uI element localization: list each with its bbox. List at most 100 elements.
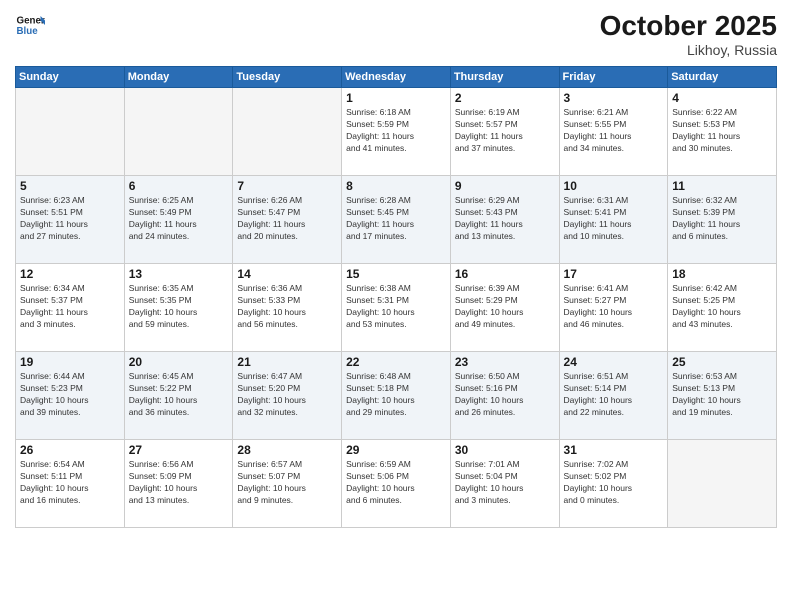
day-number: 7 (237, 179, 337, 193)
day-number: 23 (455, 355, 555, 369)
calendar-day-cell: 18 Sunrise: 6:42 AM Sunset: 5:25 PM Dayli… (668, 264, 777, 352)
day-info: Sunrise: 6:31 AM Sunset: 5:41 PM Dayligh… (564, 195, 664, 243)
calendar-day-cell: 26Sunrise: 6:54 AM Sunset: 5:11 PM Dayli… (16, 440, 125, 528)
weekday-header: Sunday (16, 67, 125, 88)
day-info: Sunrise: 6:34 AM Sunset: 5:37 PM Dayligh… (20, 283, 120, 331)
calendar-day-cell: 22 Sunrise: 6:48 AM Sunset: 5:18 PM Dayli… (342, 352, 451, 440)
calendar-day-cell: 31Sunrise: 7:02 AM Sunset: 5:02 PM Dayli… (559, 440, 668, 528)
page: General Blue October 2025 Likhoy, Russia… (0, 0, 792, 612)
logo-icon: General Blue (15, 10, 45, 40)
svg-text:Blue: Blue (17, 26, 39, 37)
weekday-header: Friday (559, 67, 668, 88)
day-info: Sunrise: 6:39 AM Sunset: 5:29 PM Dayligh… (455, 283, 555, 331)
weekday-header: Tuesday (233, 67, 342, 88)
day-number: 1 (346, 91, 446, 105)
calendar-week-row: 26Sunrise: 6:54 AM Sunset: 5:11 PM Dayli… (16, 440, 777, 528)
day-number: 8 (346, 179, 446, 193)
calendar-day-cell: 24Sunrise: 6:51 AM Sunset: 5:14 PM Dayli… (559, 352, 668, 440)
weekday-header: Wednesday (342, 67, 451, 88)
day-info: Sunrise: 6:26 AM Sunset: 5:47 PM Dayligh… (237, 195, 337, 243)
calendar-day-cell: 27 Sunrise: 6:56 AM Sunset: 5:09 PM Dayli… (124, 440, 233, 528)
calendar-day-cell: 29 Sunrise: 6:59 AM Sunset: 5:06 PM Dayli… (342, 440, 451, 528)
calendar-day-cell: 30 Sunrise: 7:01 AM Sunset: 5:04 PM Dayli… (450, 440, 559, 528)
day-number: 3 (564, 91, 664, 105)
calendar-day-cell (233, 88, 342, 176)
day-number: 20 (129, 355, 229, 369)
day-info: Sunrise: 6:56 AM Sunset: 5:09 PM Dayligh… (129, 459, 229, 507)
day-info: Sunrise: 6:18 AM Sunset: 5:59 PM Dayligh… (346, 107, 446, 155)
day-info: Sunrise: 7:01 AM Sunset: 5:04 PM Dayligh… (455, 459, 555, 507)
calendar-day-cell: 6 Sunrise: 6:25 AM Sunset: 5:49 PM Daylig… (124, 176, 233, 264)
day-number: 5 (20, 179, 120, 193)
calendar-day-cell (668, 440, 777, 528)
calendar-day-cell: 21 Sunrise: 6:47 AM Sunset: 5:20 PM Dayli… (233, 352, 342, 440)
day-number: 13 (129, 267, 229, 281)
day-number: 30 (455, 443, 555, 457)
day-number: 26 (20, 443, 120, 457)
calendar-day-cell: 17Sunrise: 6:41 AM Sunset: 5:27 PM Dayli… (559, 264, 668, 352)
day-number: 25 (672, 355, 772, 369)
calendar-day-cell: 7 Sunrise: 6:26 AM Sunset: 5:47 PM Daylig… (233, 176, 342, 264)
day-number: 24 (564, 355, 664, 369)
calendar-day-cell: 20 Sunrise: 6:45 AM Sunset: 5:22 PM Dayli… (124, 352, 233, 440)
day-number: 28 (237, 443, 337, 457)
calendar-day-cell: 10 Sunrise: 6:31 AM Sunset: 5:41 PM Dayli… (559, 176, 668, 264)
day-number: 21 (237, 355, 337, 369)
day-info: Sunrise: 6:59 AM Sunset: 5:06 PM Dayligh… (346, 459, 446, 507)
calendar-week-row: 12Sunrise: 6:34 AM Sunset: 5:37 PM Dayli… (16, 264, 777, 352)
calendar-day-cell: 28 Sunrise: 6:57 AM Sunset: 5:07 PM Dayli… (233, 440, 342, 528)
calendar-day-cell: 11 Sunrise: 6:32 AM Sunset: 5:39 PM Dayli… (668, 176, 777, 264)
day-info: Sunrise: 7:02 AM Sunset: 5:02 PM Dayligh… (564, 459, 664, 507)
day-number: 9 (455, 179, 555, 193)
weekday-header: Monday (124, 67, 233, 88)
calendar-day-cell: 19Sunrise: 6:44 AM Sunset: 5:23 PM Dayli… (16, 352, 125, 440)
title-section: October 2025 Likhoy, Russia (600, 10, 777, 58)
calendar-day-cell: 9 Sunrise: 6:29 AM Sunset: 5:43 PM Daylig… (450, 176, 559, 264)
calendar-day-cell: 13Sunrise: 6:35 AM Sunset: 5:35 PM Dayli… (124, 264, 233, 352)
day-info: Sunrise: 6:48 AM Sunset: 5:18 PM Dayligh… (346, 371, 446, 419)
location: Likhoy, Russia (600, 42, 777, 58)
logo: General Blue (15, 10, 45, 40)
calendar-week-row: 19Sunrise: 6:44 AM Sunset: 5:23 PM Dayli… (16, 352, 777, 440)
calendar-week-row: 1 Sunrise: 6:18 AM Sunset: 5:59 PM Daylig… (16, 88, 777, 176)
calendar-day-cell: 2Sunrise: 6:19 AM Sunset: 5:57 PM Daylig… (450, 88, 559, 176)
calendar: SundayMondayTuesdayWednesdayThursdayFrid… (15, 66, 777, 528)
day-info: Sunrise: 6:21 AM Sunset: 5:55 PM Dayligh… (564, 107, 664, 155)
day-number: 18 (672, 267, 772, 281)
day-number: 6 (129, 179, 229, 193)
day-info: Sunrise: 6:41 AM Sunset: 5:27 PM Dayligh… (564, 283, 664, 331)
calendar-day-cell: 15Sunrise: 6:38 AM Sunset: 5:31 PM Dayli… (342, 264, 451, 352)
header: General Blue October 2025 Likhoy, Russia (15, 10, 777, 58)
calendar-day-cell (124, 88, 233, 176)
day-info: Sunrise: 6:47 AM Sunset: 5:20 PM Dayligh… (237, 371, 337, 419)
day-number: 15 (346, 267, 446, 281)
day-info: Sunrise: 6:25 AM Sunset: 5:49 PM Dayligh… (129, 195, 229, 243)
day-number: 10 (564, 179, 664, 193)
day-info: Sunrise: 6:45 AM Sunset: 5:22 PM Dayligh… (129, 371, 229, 419)
calendar-day-cell: 3 Sunrise: 6:21 AM Sunset: 5:55 PM Daylig… (559, 88, 668, 176)
day-number: 16 (455, 267, 555, 281)
day-info: Sunrise: 6:57 AM Sunset: 5:07 PM Dayligh… (237, 459, 337, 507)
calendar-week-row: 5 Sunrise: 6:23 AM Sunset: 5:51 PM Daylig… (16, 176, 777, 264)
day-number: 29 (346, 443, 446, 457)
day-info: Sunrise: 6:29 AM Sunset: 5:43 PM Dayligh… (455, 195, 555, 243)
day-number: 14 (237, 267, 337, 281)
day-info: Sunrise: 6:22 AM Sunset: 5:53 PM Dayligh… (672, 107, 772, 155)
month-title: October 2025 (600, 10, 777, 42)
day-info: Sunrise: 6:32 AM Sunset: 5:39 PM Dayligh… (672, 195, 772, 243)
calendar-day-cell: 23 Sunrise: 6:50 AM Sunset: 5:16 PM Dayli… (450, 352, 559, 440)
weekday-header: Saturday (668, 67, 777, 88)
day-info: Sunrise: 6:50 AM Sunset: 5:16 PM Dayligh… (455, 371, 555, 419)
day-number: 4 (672, 91, 772, 105)
day-info: Sunrise: 6:36 AM Sunset: 5:33 PM Dayligh… (237, 283, 337, 331)
day-info: Sunrise: 6:44 AM Sunset: 5:23 PM Dayligh… (20, 371, 120, 419)
calendar-day-cell: 12Sunrise: 6:34 AM Sunset: 5:37 PM Dayli… (16, 264, 125, 352)
calendar-day-cell: 25Sunrise: 6:53 AM Sunset: 5:13 PM Dayli… (668, 352, 777, 440)
day-info: Sunrise: 6:42 AM Sunset: 5:25 PM Dayligh… (672, 283, 772, 331)
day-info: Sunrise: 6:23 AM Sunset: 5:51 PM Dayligh… (20, 195, 120, 243)
day-number: 11 (672, 179, 772, 193)
day-info: Sunrise: 6:19 AM Sunset: 5:57 PM Dayligh… (455, 107, 555, 155)
day-number: 22 (346, 355, 446, 369)
weekday-header-row: SundayMondayTuesdayWednesdayThursdayFrid… (16, 67, 777, 88)
day-number: 27 (129, 443, 229, 457)
